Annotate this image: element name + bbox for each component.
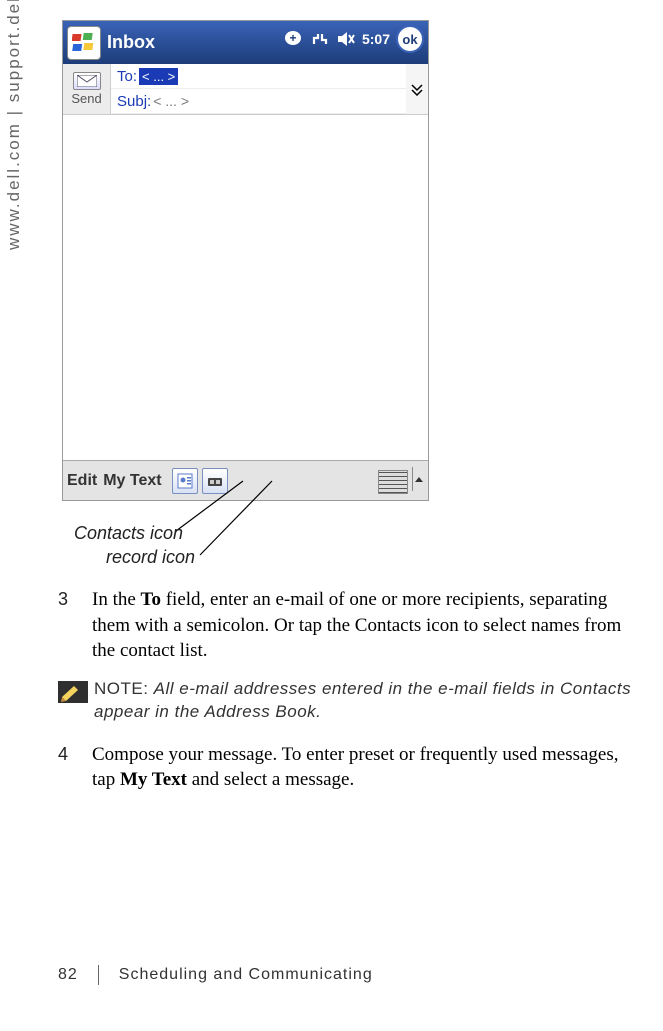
send-label: Send xyxy=(71,91,101,106)
connectivity-icon xyxy=(310,30,330,48)
to-value: < ... > xyxy=(139,68,178,85)
callout-record-label: record icon xyxy=(106,547,195,568)
subj-field[interactable]: Subj: < ... > xyxy=(111,89,406,114)
note-body-text: All e-mail addresses entered in the e-ma… xyxy=(94,679,631,721)
titlebar-status-area: + 5:07 ok xyxy=(284,25,424,53)
compose-header: Send To: < ... > Subj: < ... > xyxy=(63,64,428,115)
footer-divider xyxy=(98,965,99,985)
svg-text:+: + xyxy=(289,31,296,45)
subj-label: Subj: xyxy=(117,93,151,110)
step-4-post: and select a message. xyxy=(187,769,354,790)
to-field[interactable]: To: < ... > xyxy=(111,64,406,89)
note-text: NOTE: All e-mail addresses entered in th… xyxy=(94,678,638,724)
page-number: 82 xyxy=(58,966,78,984)
step-4: 4 Compose your message. To enter preset … xyxy=(58,742,638,793)
to-label: To: xyxy=(117,68,137,85)
volume-mute-icon xyxy=(336,30,356,48)
add-bubble-icon: + xyxy=(284,30,304,48)
subj-value: < ... > xyxy=(153,93,189,109)
app-title: Inbox xyxy=(107,32,155,53)
step-3-bold: To xyxy=(141,589,161,610)
step-3-pre: In the xyxy=(92,589,141,610)
note-label: NOTE: xyxy=(94,679,154,698)
device-titlebar: Inbox + 5:07 ok xyxy=(63,21,428,64)
envelope-icon xyxy=(73,72,101,90)
step-3-number: 3 xyxy=(58,587,92,664)
sip-up-icon[interactable] xyxy=(412,467,424,496)
note-block: NOTE: All e-mail addresses entered in th… xyxy=(58,678,638,724)
callout-contacts-label: Contacts icon xyxy=(74,523,183,544)
callout-area: Contacts icon record icon xyxy=(58,501,638,569)
page-content: Inbox + 5:07 ok Send xyxy=(58,20,638,799)
chapter-title: Scheduling and Communicating xyxy=(119,966,373,984)
device-screenshot: Inbox + 5:07 ok Send xyxy=(62,20,429,501)
send-button[interactable]: Send xyxy=(63,64,111,114)
ok-button[interactable]: ok xyxy=(396,25,424,53)
start-icon xyxy=(67,26,101,60)
expand-fields-icon[interactable] xyxy=(406,64,428,114)
device-bottom-bar: Edit My Text xyxy=(63,460,428,500)
step-4-text: Compose your message. To enter preset or… xyxy=(92,742,638,793)
keyboard-icon[interactable] xyxy=(378,470,408,494)
step-3-post: field, enter an e-mail of one or more re… xyxy=(92,589,621,661)
record-icon[interactable] xyxy=(202,468,228,494)
step-3-text: In the To field, enter an e-mail of one … xyxy=(92,587,638,664)
message-body-area[interactable] xyxy=(63,115,428,460)
step-4-number: 4 xyxy=(58,742,92,793)
step-3: 3 In the To field, enter an e-mail of on… xyxy=(58,587,638,664)
note-icon xyxy=(58,681,88,703)
menu-mytext[interactable]: My Text xyxy=(103,472,161,490)
step-4-bold: My Text xyxy=(120,769,187,790)
menu-edit[interactable]: Edit xyxy=(67,472,97,490)
contacts-icon[interactable] xyxy=(172,468,198,494)
clock-text: 5:07 xyxy=(362,31,390,47)
page-footer: 82 Scheduling and Communicating xyxy=(58,965,373,985)
side-url-text: www.dell.com | support.dell.com xyxy=(4,0,24,250)
